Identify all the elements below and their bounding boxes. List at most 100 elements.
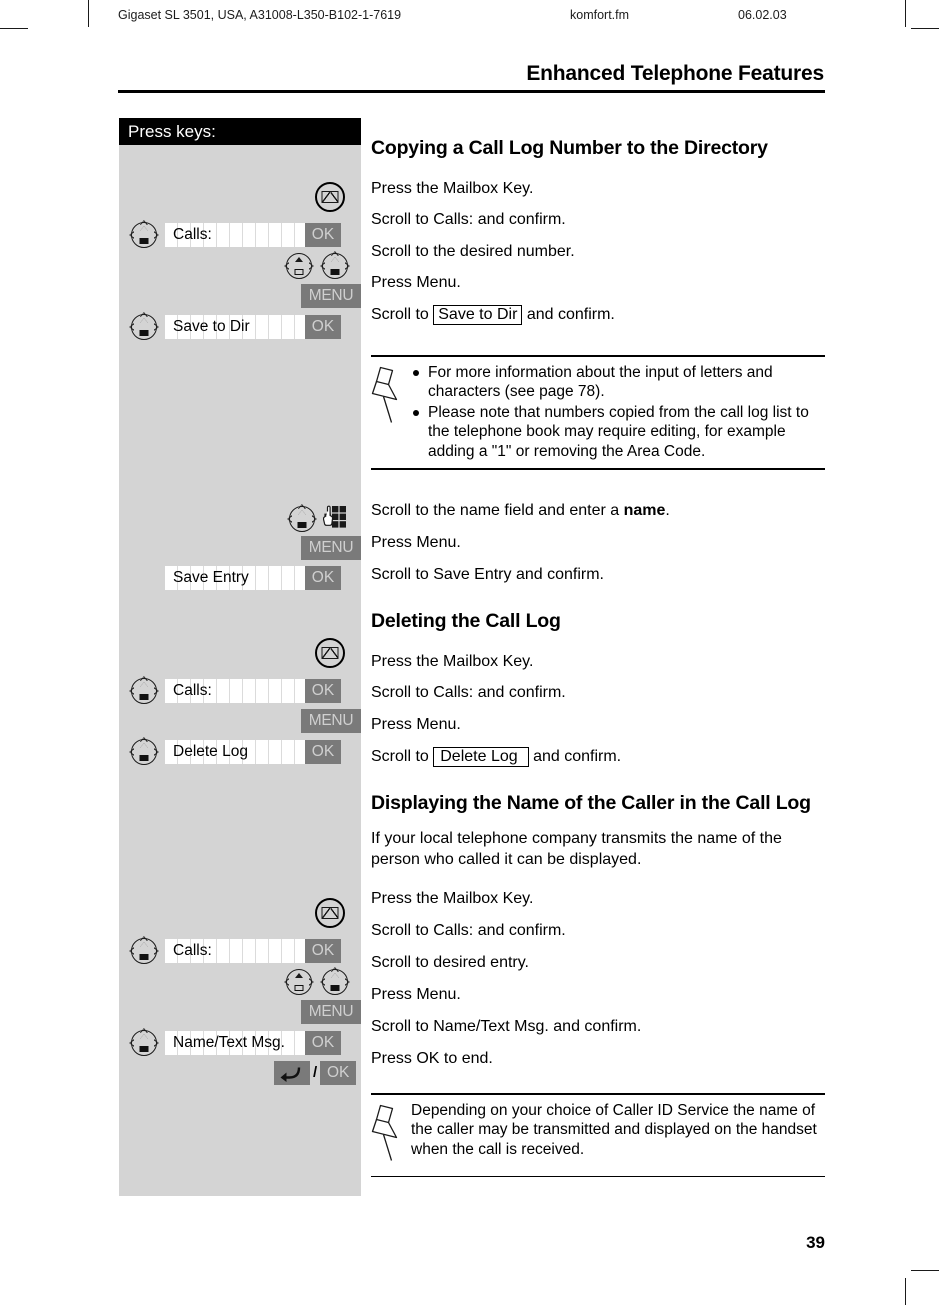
step-text-with-boxed-label: Scroll to Delete Log and confirm. [371,746,825,767]
note-text-body: Depending on your choice of Caller ID Se… [411,1101,817,1158]
step-text: Scroll to Name/Text Msg. and confirm. [371,1018,642,1035]
note-bullet: Please note that numbers copied from the… [411,403,825,462]
mailbox-icon[interactable] [315,182,345,212]
chapter-title: Enhanced Telephone Features [526,62,824,85]
crop-mark-top-right-horizontal [911,28,939,29]
mid-steps-block: Scroll to the name field and enter a nam… [371,500,825,1069]
name-text-msg-row: Name/Text Msg. OK [131,1030,341,1056]
ok-softkey[interactable]: OK [305,939,341,963]
crop-mark-top-right-vertical [905,0,906,27]
ok-softkey[interactable]: OK [305,566,341,590]
step-text: Scroll to Calls: and confirm. [371,684,566,701]
display-text: Calls: [173,942,212,959]
display-line-save-entry: Save Entry [165,566,305,590]
menu-softkey[interactable]: MENU [301,284,361,308]
navigation-key-down-icon[interactable] [131,938,157,964]
main-content: Copying a Call Log Number to the Directo… [371,136,825,325]
crop-mark-bottom-right-horizontal [911,1270,939,1271]
separator-slash: / [313,1064,318,1081]
menu-softkey[interactable]: MENU [301,709,361,733]
menu-softkey-row-4: MENU [301,1000,361,1024]
step-text: Press OK to end. [371,1050,493,1067]
display-text: Calls: [173,226,212,243]
display-line-name-text-msg: Name/Text Msg. [165,1031,305,1055]
display-text: Name/Text Msg. [173,1034,285,1051]
menu-softkey[interactable]: MENU [301,536,361,560]
display-line-delete-log: Delete Log [165,740,305,764]
ok-softkey[interactable]: OK [305,315,341,339]
source-file-name: komfort.fm [570,8,630,22]
scroll-keys-row-2 [286,969,348,995]
navigation-key-down-icon[interactable] [131,1030,157,1056]
mailbox-icon[interactable] [315,898,345,928]
section-title-copying: Copying a Call Log Number to the Directo… [371,137,768,159]
step-text: Scroll to Save Entry and confirm. [371,566,604,583]
document-id: Gigaset SL 3501, USA, A31008-L350-B102-1… [118,8,402,22]
ok-softkey[interactable]: OK [305,679,341,703]
crop-mark-top-left-horizontal [0,28,28,29]
display-line-save-to-dir: Save to Dir [165,315,305,339]
step-suffix: and confirm. [522,306,615,323]
navigation-key-up-icon[interactable] [286,253,312,279]
calls-row-3: Calls: OK [131,938,341,964]
calls-row-1: Calls: OK [131,222,341,248]
ok-softkey[interactable]: OK [305,740,341,764]
step-text: Press Menu. [371,534,461,551]
step-prefix: Scroll to the name field and enter a [371,502,624,519]
step-text: Press the Mailbox Key. [371,180,534,197]
mailbox-icon[interactable] [315,638,345,668]
step-text: Press Menu. [371,716,461,733]
step-prefix: Scroll to [371,748,434,765]
note-rule-bottom [371,468,825,470]
scroll-keys-row-1 [286,253,348,279]
calls-row-2: Calls: OK [131,678,341,704]
menu-softkey-row-1: MENU [301,284,361,308]
keypad-icon[interactable] [322,505,351,533]
navigation-key-down-icon[interactable] [131,314,157,340]
display-text: Save to Dir [173,318,250,335]
step-prefix: Scroll to [371,306,434,323]
name-entry-keys-row [289,505,351,533]
navigation-key-down-icon[interactable] [322,253,348,279]
note-bullet: For more information about the input of … [411,363,825,402]
sidebar-heading: Press keys: [119,118,361,145]
pushpin-icon [371,363,411,463]
step-text: Scroll to the desired number. [371,243,575,260]
step-text-name-field: Scroll to the name field and enter a nam… [371,500,825,521]
mailbox-key-row-2 [315,638,345,668]
navigation-key-down-icon[interactable] [131,739,157,765]
page-number: 39 [806,1233,825,1252]
step-text: Press Menu. [371,986,461,1003]
navigation-key-down-icon[interactable] [322,969,348,995]
crop-mark-bottom-right-vertical [905,1278,906,1305]
note-box-input-letters: For more information about the input of … [371,355,825,470]
menu-softkey[interactable]: MENU [301,1000,361,1024]
navigation-key-down-icon[interactable] [131,222,157,248]
navigation-key-down-icon[interactable] [131,678,157,704]
crop-mark-top-left-vertical [88,0,89,27]
display-text: Save Entry [173,569,249,586]
step-text: Press the Mailbox Key. [371,890,534,907]
section-intro-text: If your local telephone company transmit… [371,830,782,868]
ok-softkey[interactable]: OK [320,1061,357,1085]
mailbox-key-row-1 [315,182,345,212]
display-text: Delete Log [173,743,248,760]
ok-softkey[interactable]: OK [305,1031,341,1055]
display-line-calls-3: Calls: [165,939,305,963]
ok-softkey[interactable]: OK [305,223,341,247]
boxed-menu-label: Delete Log [433,747,529,767]
navigation-key-down-icon[interactable] [289,506,315,532]
back-key-softkey[interactable] [274,1061,310,1085]
section-title-displaying-name: Displaying the Name of the Caller in the… [371,792,811,814]
step-bold-word: name [623,502,666,519]
mailbox-key-row-3 [315,898,345,928]
step-text: Press Menu. [371,274,461,291]
end-keys-row: / OK [274,1061,357,1085]
note-rule-bottom [371,1175,825,1178]
section-title-deleting: Deleting the Call Log [371,610,561,632]
navigation-key-up-icon[interactable] [286,969,312,995]
menu-softkey-row-2: MENU [301,536,361,560]
step-text-with-boxed-label: Scroll to Save to Dir and confirm. [371,304,825,325]
step-text: Scroll to Calls: and confirm. [371,211,566,228]
menu-softkey-row-3: MENU [301,709,361,733]
